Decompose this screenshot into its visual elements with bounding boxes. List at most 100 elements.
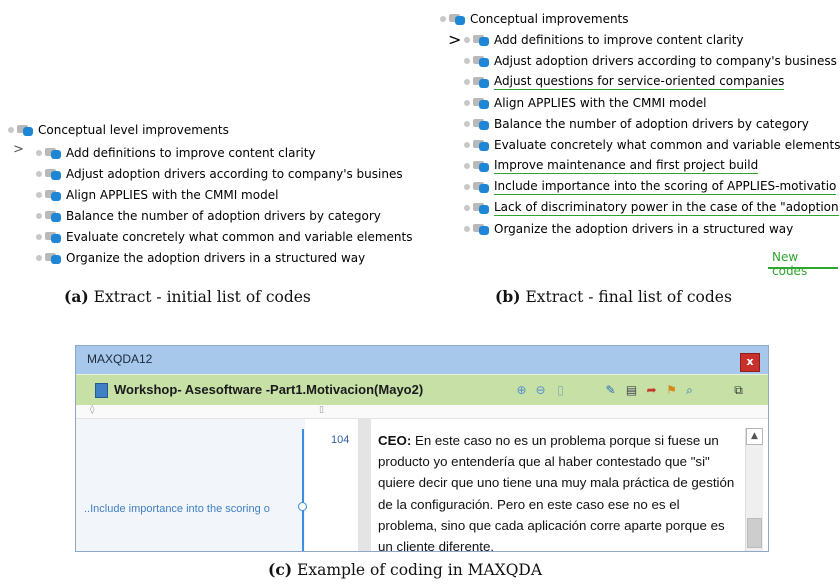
- code-icon: [473, 139, 490, 151]
- bullet-icon: [36, 234, 42, 240]
- edit-icon[interactable]: ✎: [603, 383, 618, 397]
- bullet-icon: [464, 184, 470, 190]
- bullet-icon: [464, 226, 470, 232]
- code-label: Align APPLIES with the CMMI model: [66, 188, 279, 202]
- print-icon[interactable]: ▤: [624, 383, 639, 397]
- code-item-b-3[interactable]: Align APPLIES with the CMMI model: [464, 93, 840, 113]
- restore-window-icon[interactable]: ⧉: [731, 383, 746, 397]
- bullet-icon: [36, 150, 42, 156]
- code-folder-icon: [17, 124, 34, 136]
- code-root-a[interactable]: Conceptual level improvements: [8, 120, 368, 140]
- code-item-a-0[interactable]: Add definitions to improve content clari…: [36, 143, 442, 163]
- code-label: Adjust adoption drivers according to com…: [66, 167, 403, 181]
- code-column-icon: ◊: [90, 405, 95, 415]
- maxqda-window: MAXQDA12 x Workshop- Asesoftware -Part1.…: [75, 345, 769, 552]
- code-label-new: Adjust questions for service-oriented co…: [494, 74, 785, 90]
- code-filter-icon[interactable]: ⚑: [664, 383, 679, 397]
- code-root-b[interactable]: Conceptual improvements: [440, 9, 840, 29]
- code-item-b-7[interactable]: Include importance into the scoring of A…: [464, 177, 840, 197]
- code-item-b-9[interactable]: Organize the adoption drivers in a struc…: [464, 219, 840, 239]
- bullet-icon: [36, 171, 42, 177]
- code-item-b-4[interactable]: Balance the number of adoption drivers b…: [464, 114, 840, 134]
- code-item-b-6[interactable]: Improve maintenance and first project bu…: [464, 156, 840, 176]
- code-folder-icon: [449, 13, 466, 25]
- code-label: Adjust adoption drivers according to com…: [494, 54, 837, 68]
- document-icon: [95, 383, 108, 398]
- speaker-label: CEO:: [378, 433, 412, 448]
- document-bar: Workshop- Asesoftware -Part1.Motivacion(…: [76, 374, 768, 406]
- caption-text: Example of coding in MAXQDA: [297, 561, 543, 579]
- bullet-icon: [464, 58, 470, 64]
- code-icon: [473, 34, 490, 46]
- bullet-icon: [464, 205, 470, 211]
- code-label: Conceptual improvements: [470, 12, 629, 26]
- code-label: Add definitions to improve content clari…: [494, 33, 744, 47]
- new-codes-legend-line: [768, 267, 838, 269]
- code-item-a-5[interactable]: Organize the adoption drivers in a struc…: [36, 248, 442, 268]
- scroll-thumb[interactable]: [747, 518, 762, 548]
- code-label: Balance the number of adoption drivers b…: [66, 209, 381, 223]
- paragraph-column: [358, 419, 371, 551]
- title-bar[interactable]: MAXQDA12 x: [76, 346, 768, 374]
- code-icon: [473, 202, 490, 214]
- code-item-b-0[interactable]: Add definitions to improve content clari…: [464, 30, 840, 50]
- bullet-icon: [8, 127, 14, 133]
- vertical-scrollbar[interactable]: ▲: [745, 428, 763, 551]
- code-item-b-5[interactable]: Evaluate concretely what common and vari…: [464, 135, 840, 155]
- caption-label: (c): [268, 560, 293, 579]
- code-item-a-4[interactable]: Evaluate concretely what common and vari…: [36, 227, 442, 247]
- zoom-out-icon[interactable]: ⊖: [533, 383, 548, 397]
- scroll-up-icon[interactable]: ▲: [746, 428, 763, 445]
- code-item-a-1[interactable]: Adjust adoption drivers according to com…: [36, 164, 442, 184]
- transcript-text: En este caso no es un problema porque si…: [378, 433, 735, 552]
- code-icon: [45, 168, 62, 180]
- caption-a: (a) Extract - initial list of codes: [64, 287, 311, 306]
- coding-stripe-handle-icon[interactable]: [298, 502, 307, 511]
- code-label-new: Improve maintenance and first project bu…: [494, 158, 759, 174]
- bullet-icon: [36, 213, 42, 219]
- caption-label: (b): [495, 287, 521, 306]
- app-title: MAXQDA12: [87, 352, 153, 366]
- export-icon[interactable]: ➦: [644, 383, 659, 397]
- column-header: ◊ ▯: [76, 405, 768, 419]
- bullet-icon: [464, 37, 470, 43]
- code-label: Align APPLIES with the CMMI model: [494, 96, 707, 110]
- code-label: Organize the adoption drivers in a struc…: [494, 222, 794, 236]
- code-icon: [473, 118, 490, 130]
- bullet-icon: [36, 192, 42, 198]
- bullet-icon: [464, 100, 470, 106]
- caption-label: (a): [64, 287, 89, 306]
- search-icon[interactable]: ⌕: [682, 383, 697, 397]
- code-icon: [473, 181, 490, 193]
- expand-chevron-icon[interactable]: >: [13, 142, 24, 157]
- page-column-icon: ▯: [319, 405, 324, 415]
- code-label: Balance the number of adoption drivers b…: [494, 117, 809, 131]
- code-icon: [473, 223, 490, 235]
- bullet-icon: [464, 163, 470, 169]
- code-item-b-1[interactable]: Adjust adoption drivers according to com…: [464, 51, 840, 71]
- close-button[interactable]: x: [740, 353, 760, 372]
- caption-c: (c) Example of coding in MAXQDA: [268, 560, 542, 579]
- document-title: Workshop- Asesoftware -Part1.Motivacion(…: [114, 382, 424, 397]
- bullet-icon: [440, 16, 446, 22]
- bullet-icon: [36, 255, 42, 261]
- coding-stripe-label[interactable]: ..Include importance into the scoring o: [84, 503, 270, 515]
- code-item-a-2[interactable]: Align APPLIES with the CMMI model: [36, 185, 442, 205]
- code-label: Add definitions to improve content clari…: [66, 146, 316, 160]
- coding-stripes-pane: [76, 419, 305, 551]
- bullet-icon: [464, 121, 470, 127]
- caption-text: Extract - final list of codes: [525, 288, 732, 306]
- zoom-in-icon[interactable]: ⊕: [514, 383, 529, 397]
- code-icon: [473, 160, 490, 172]
- document-text[interactable]: CEO: En este caso no es un problema porq…: [378, 430, 740, 552]
- coding-stripe[interactable]: [302, 429, 304, 551]
- code-label: Organize the adoption drivers in a struc…: [66, 251, 366, 265]
- code-label-new: Lack of discriminatory power in the case…: [494, 200, 839, 216]
- code-item-a-3[interactable]: Balance the number of adoption drivers b…: [36, 206, 442, 226]
- code-icon: [45, 231, 62, 243]
- code-item-b-2[interactable]: Adjust questions for service-oriented co…: [464, 72, 840, 92]
- zoom-100-icon[interactable]: ▯: [553, 383, 568, 397]
- code-icon: [45, 252, 62, 264]
- code-item-b-8[interactable]: Lack of discriminatory power in the case…: [464, 198, 840, 218]
- expand-chevron-icon[interactable]: >: [448, 30, 461, 49]
